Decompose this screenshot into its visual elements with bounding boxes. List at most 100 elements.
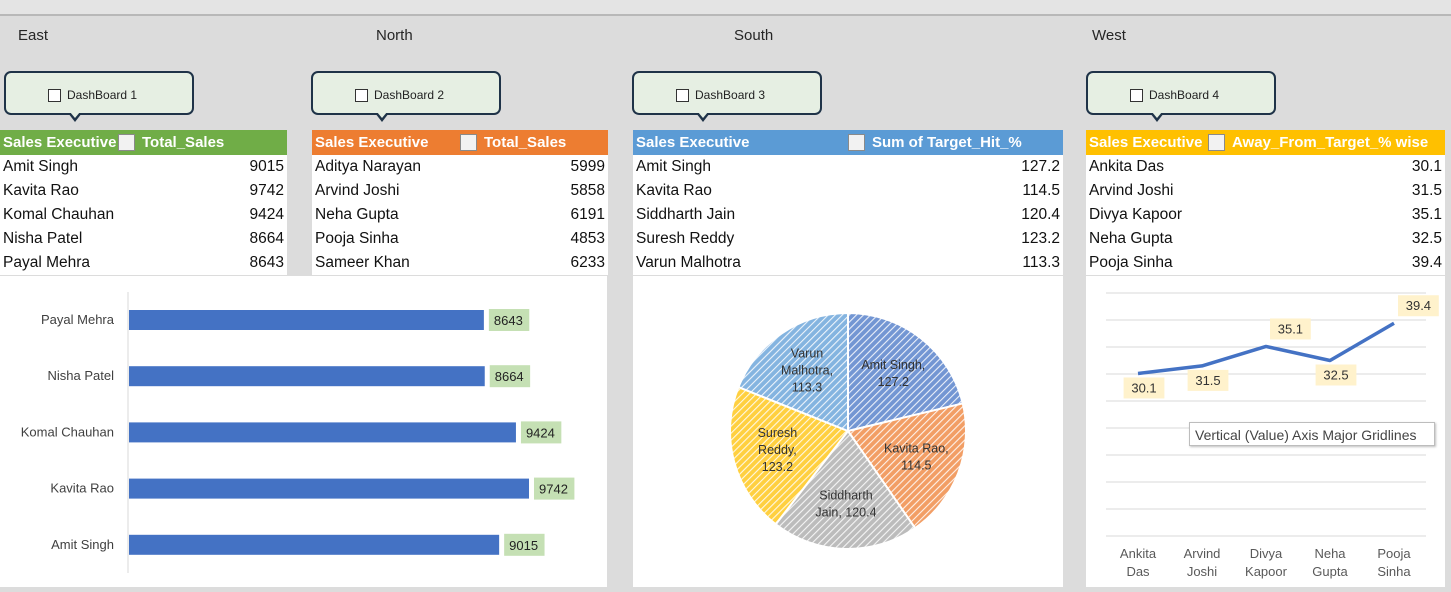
line-data-label: 30.1: [1131, 380, 1156, 395]
bar-category-label: Amit Singh: [51, 537, 114, 552]
table-row: Sameer Khan 6233: [312, 251, 608, 275]
table-row: Amit Singh 9015: [0, 155, 287, 179]
pie-chart: Amit Singh, 127.2 Kavita Rao, 114.5 Siddhart…: [729, 311, 967, 550]
dashboard-2-checkbox[interactable]: [355, 89, 368, 102]
row-name: Varun Malhotra: [636, 254, 741, 271]
row-name: Divya Kapoor: [1089, 206, 1183, 223]
pivot-header: Sales Executive Total_Sales: [312, 130, 608, 155]
bar-chart-area[interactable]: Payal Mehra 8643 Nisha Patel 8664 Komal Chau…: [0, 276, 607, 587]
pie-chart-area[interactable]: Amit Singh, 127.2 Kavita Rao, 114.5 Siddhart…: [633, 276, 1063, 587]
filter-button[interactable]: [848, 134, 865, 151]
region-slicer-south[interactable]: South: [722, 21, 1075, 51]
dashboard-1-callout[interactable]: DashBoard 1: [4, 71, 194, 122]
dashboard-2-callout[interactable]: DashBoard 2: [311, 71, 501, 122]
dashboard-4-checkbox[interactable]: [1130, 89, 1143, 102]
row-value: 39.4: [1411, 254, 1442, 271]
col-header-value: Total_Sales: [142, 134, 225, 151]
row-name: Amit Singh: [636, 158, 711, 175]
row-value: 9742: [249, 182, 284, 199]
line-category-label: Ankita: [1120, 546, 1157, 561]
line-category-label: Arvind: [1184, 546, 1221, 561]
pie-data-label: Amit Singh,: [861, 358, 925, 372]
bar: [129, 478, 529, 499]
row-name: Pooja Sinha: [1089, 254, 1173, 271]
col-header-sales-executive: Sales Executive: [1089, 134, 1203, 151]
region-slicer-north[interactable]: North: [364, 21, 717, 51]
line-data-label: 32.5: [1323, 368, 1348, 383]
bar-data-label: 8664: [495, 369, 524, 384]
bar-category-label: Nisha Patel: [48, 368, 115, 383]
line-category-label: Neha: [1314, 546, 1346, 561]
row-value: 4853: [570, 230, 605, 247]
line-data-label: 35.1: [1278, 321, 1303, 336]
row-value: 127.2: [1021, 158, 1060, 175]
row-name: Ankita Das: [1089, 158, 1164, 175]
pivot-table-east: Sales Executive Total_Sales Amit Singh 90…: [0, 130, 287, 275]
table-row: Neha Gupta 6191: [312, 203, 608, 227]
col-header-value: Sum of Target_Hit_%: [872, 134, 1022, 151]
filter-button[interactable]: [118, 134, 135, 151]
line-data-label: 39.4: [1406, 298, 1431, 313]
row-value: 5858: [570, 182, 605, 199]
dashboard-4-callout[interactable]: DashBoard 4: [1086, 71, 1276, 122]
table-row: Varun Malhotra 113.3: [633, 251, 1063, 275]
row-value: 6191: [570, 206, 605, 223]
pivot-table-west: Sales Executive Away_From_Target_% wise …: [1086, 130, 1445, 275]
dashboard-4-label: DashBoard 4: [1149, 88, 1220, 102]
bar: [129, 534, 500, 555]
region-slicer-east[interactable]: East: [6, 21, 359, 51]
pie-data-label: Kavita Rao,: [884, 442, 949, 456]
col-header-sales-executive: Sales Executive: [315, 134, 429, 151]
pie-data-label: Varun: [791, 346, 823, 360]
row-name: Amit Singh: [3, 158, 78, 175]
pie-data-label: 114.5: [901, 459, 931, 473]
table-row: Pooja Sinha 39.4: [1086, 251, 1445, 275]
bar-data-label: 9424: [526, 425, 555, 440]
table-row: Suresh Reddy 123.2: [633, 227, 1063, 251]
table-row: Arvind Joshi 5858: [312, 179, 608, 203]
table-row: Kavita Rao 114.5: [633, 179, 1063, 203]
table-row: Komal Chauhan 9424: [0, 203, 287, 227]
line-category-label: Pooja: [1377, 546, 1411, 561]
pie-data-label: Suresh: [758, 426, 798, 440]
table-row: Aditya Narayan 5999: [312, 155, 608, 179]
row-name: Neha Gupta: [315, 206, 399, 223]
table-row: Divya Kapoor 35.1: [1086, 203, 1445, 227]
row-name: Kavita Rao: [3, 182, 79, 199]
ribbon-edge: [0, 0, 1451, 16]
region-slicer-west[interactable]: West: [1080, 21, 1433, 51]
row-name: Sameer Khan: [315, 254, 410, 271]
pie-data-label: Reddy,: [758, 443, 797, 457]
gridlines-tooltip: Vertical (Value) Axis Major Gridlines: [1189, 422, 1435, 446]
row-value: 35.1: [1411, 206, 1442, 223]
line-category-label: Kapoor: [1245, 564, 1288, 579]
row-value: 5999: [570, 158, 605, 175]
table-row: Nisha Patel 8664: [0, 227, 287, 251]
dashboard-1-checkbox[interactable]: [48, 89, 61, 102]
dashboard-2-label: DashBoard 2: [374, 88, 445, 102]
filter-button[interactable]: [1208, 134, 1225, 151]
pie-data-label: Jain, 120.4: [815, 506, 876, 520]
col-header-sales-executive: Sales Executive: [3, 134, 117, 151]
col-header-value: Total_Sales: [484, 134, 567, 151]
table-row: Payal Mehra 8643: [0, 251, 287, 275]
row-value: 6233: [570, 254, 605, 271]
table-row: Arvind Joshi 31.5: [1086, 179, 1445, 203]
pie-data-label: 127.2: [878, 375, 909, 389]
row-name: Arvind Joshi: [315, 182, 400, 199]
bar-category-label: Payal Mehra: [41, 312, 115, 327]
row-name: Aditya Narayan: [315, 158, 421, 175]
dashboard-3-callout[interactable]: DashBoard 3: [632, 71, 822, 122]
row-name: Komal Chauhan: [3, 206, 115, 223]
pivot-header: Sales Executive Away_From_Target_% wise: [1086, 130, 1445, 155]
table-row: Amit Singh 127.2: [633, 155, 1063, 179]
table-row: Kavita Rao 9742: [0, 179, 287, 203]
row-name: Suresh Reddy: [636, 230, 735, 247]
filter-button[interactable]: [460, 134, 477, 151]
dashboard-3-label: DashBoard 3: [695, 88, 766, 102]
row-value: 32.5: [1411, 230, 1442, 247]
bar-data-label: 8643: [494, 313, 523, 328]
dashboard-3-checkbox[interactable]: [676, 89, 689, 102]
row-name: Payal Mehra: [3, 254, 91, 271]
pivot-header: Sales Executive Sum of Target_Hit_%: [633, 130, 1063, 155]
